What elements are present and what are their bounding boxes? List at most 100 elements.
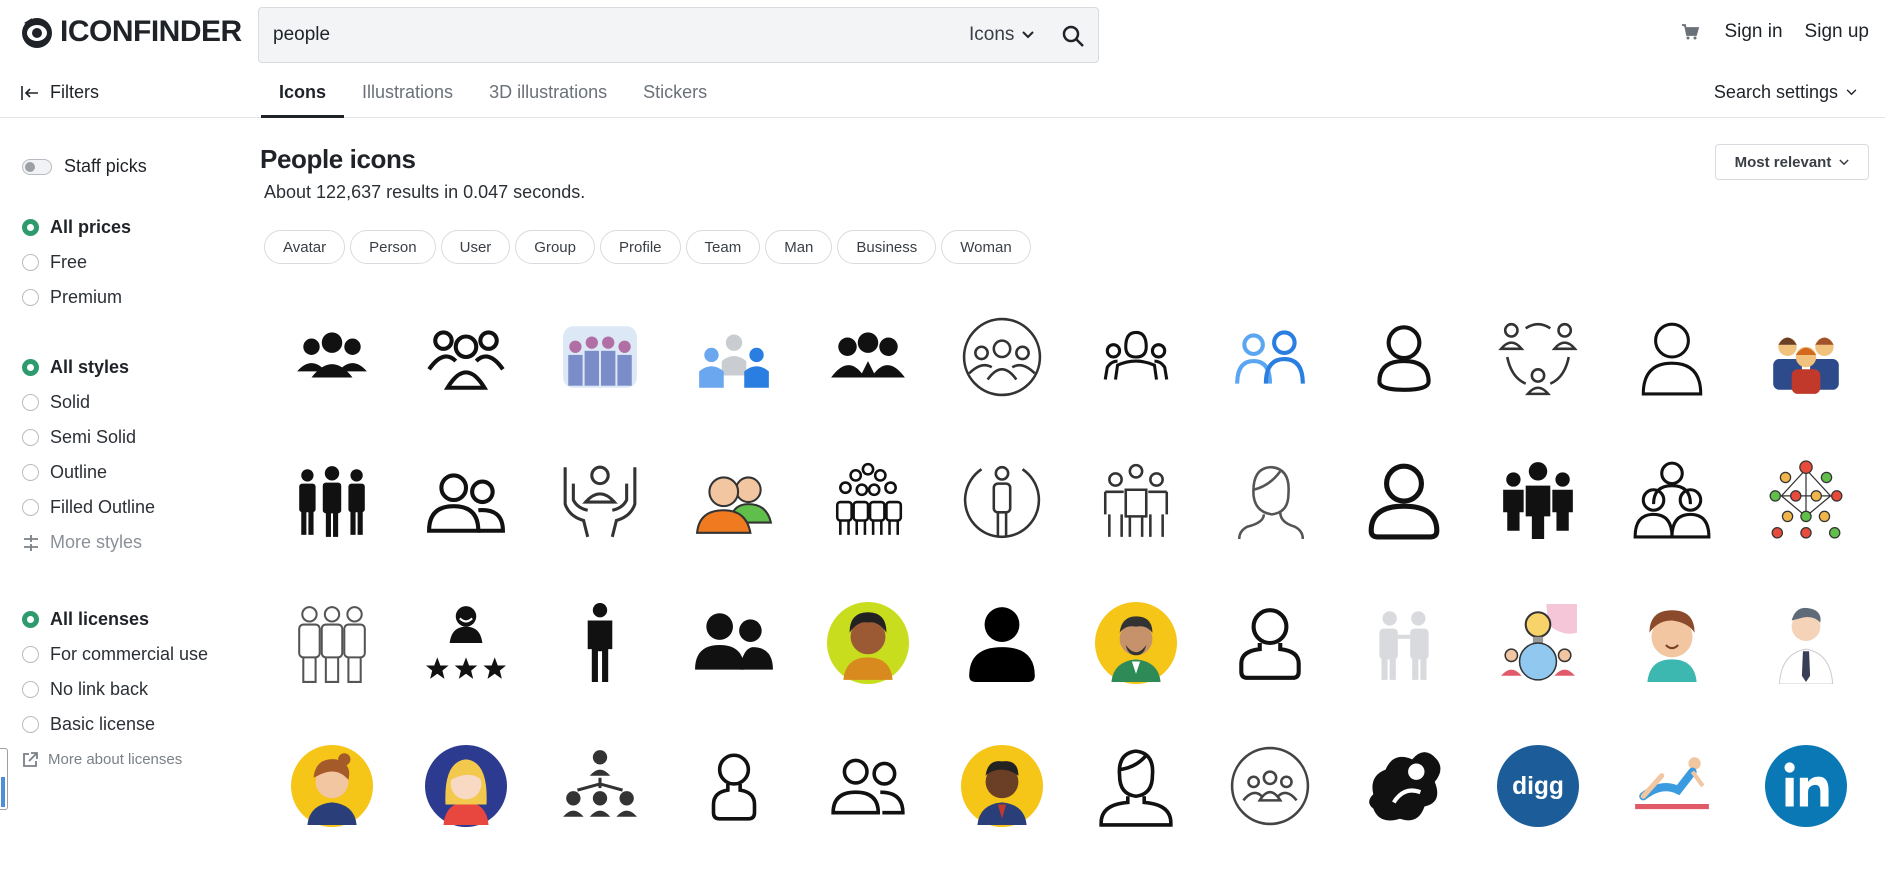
radio [22, 646, 39, 663]
tab-3d-illustrations[interactable]: 3D illustrations [471, 68, 625, 118]
users-blue-outline-icon [1235, 330, 1305, 384]
icon-result[interactable] [1069, 302, 1203, 445]
page-scrollbar[interactable] [0, 748, 8, 810]
sort-dropdown[interactable]: Most relevant [1715, 144, 1869, 180]
style-option-solid[interactable]: Solid [22, 385, 155, 420]
icon-result[interactable] [533, 302, 667, 445]
icon-result[interactable] [1739, 302, 1873, 445]
tag-chip[interactable]: Group [515, 230, 595, 264]
search-type-label: Icons [969, 24, 1015, 45]
tag-chip[interactable]: Woman [941, 230, 1031, 264]
icon-result[interactable] [667, 588, 801, 731]
splash-person-icon [1369, 752, 1441, 821]
price-filter: All prices Free Premium [22, 210, 131, 315]
filter-sidebar: Staff picks All prices Free Premium All … [0, 118, 250, 854]
icon-result[interactable] [1337, 731, 1471, 874]
staff-picks-row: Staff picks [22, 156, 147, 177]
chevron-down-icon [1839, 158, 1850, 165]
license-option-no-link-back[interactable]: No link back [22, 672, 208, 707]
price-option-all[interactable]: All prices [22, 210, 131, 245]
icon-result[interactable] [1605, 588, 1739, 731]
icon-result[interactable] [1203, 588, 1337, 731]
search-settings-dropdown[interactable]: Search settings [1714, 82, 1857, 103]
icon-result[interactable] [533, 588, 667, 731]
icon-result[interactable] [1739, 588, 1873, 731]
icon-result[interactable] [533, 731, 667, 874]
price-option-premium[interactable]: Premium [22, 280, 131, 315]
icon-result[interactable] [801, 302, 935, 445]
icon-result[interactable] [1739, 445, 1873, 588]
license-option-commercial[interactable]: For commercial use [22, 637, 208, 672]
tab-stickers[interactable]: Stickers [625, 68, 725, 118]
tag-chip[interactable]: User [440, 230, 511, 264]
icon-result[interactable] [1069, 588, 1203, 731]
icon-result[interactable] [801, 445, 935, 588]
style-option-outline[interactable]: Outline [22, 455, 155, 490]
filters-label: Filters [50, 82, 99, 102]
icon-result[interactable] [1203, 302, 1337, 445]
sign-up-link[interactable]: Sign up [1805, 21, 1869, 43]
icon-result[interactable] [1605, 302, 1739, 445]
sign-in-link[interactable]: Sign in [1724, 21, 1782, 43]
icon-result[interactable] [667, 302, 801, 445]
icon-result[interactable] [1337, 588, 1471, 731]
tag-chip[interactable]: Business [837, 230, 937, 264]
icon-result[interactable] [801, 731, 935, 874]
icon-result[interactable] [1471, 302, 1605, 445]
icon-result[interactable] [1069, 445, 1203, 588]
tag-chip[interactable]: Man [765, 230, 833, 264]
license-option-all[interactable]: All licenses [22, 602, 208, 637]
icon-result[interactable] [1069, 731, 1203, 874]
tab-icons[interactable]: Icons [261, 68, 345, 118]
icon-result[interactable] [667, 731, 801, 874]
style-option-semi-solid[interactable]: Semi Solid [22, 420, 155, 455]
icon-result[interactable] [935, 731, 1069, 874]
icon-result[interactable] [533, 445, 667, 588]
style-option-filled-outline[interactable]: Filled Outline [22, 490, 155, 525]
hands-person-outline-icon [563, 465, 637, 538]
license-option-basic[interactable]: Basic license [22, 707, 208, 742]
icon-result[interactable] [265, 588, 399, 731]
icon-result[interactable] [935, 588, 1069, 731]
icon-result[interactable] [1471, 588, 1605, 731]
icon-result[interactable] [1605, 731, 1739, 874]
woman-outline-icon [1237, 465, 1305, 540]
icon-result[interactable] [935, 445, 1069, 588]
icon-result[interactable] [1337, 302, 1471, 445]
search-button[interactable] [1056, 19, 1090, 53]
icon-results-grid: digg [265, 302, 1873, 874]
tag-chip[interactable]: Team [685, 230, 761, 264]
icon-result[interactable] [265, 731, 399, 874]
more-licenses-link[interactable]: More about licenses [22, 742, 208, 777]
search-input[interactable] [273, 18, 953, 52]
icon-result[interactable] [399, 302, 533, 445]
tag-chip[interactable]: Avatar [264, 230, 346, 264]
icon-result[interactable] [399, 588, 533, 731]
icon-result[interactable] [1203, 445, 1337, 588]
icon-result[interactable] [265, 445, 399, 588]
icon-result[interactable] [1739, 731, 1873, 874]
filters-toggle[interactable]: Filters [20, 82, 99, 103]
tag-chip[interactable]: Profile [600, 230, 681, 264]
icon-result[interactable] [667, 445, 801, 588]
icon-result[interactable] [399, 731, 533, 874]
icon-result[interactable] [1337, 445, 1471, 588]
icon-result[interactable] [399, 445, 533, 588]
staff-picks-toggle[interactable] [22, 158, 52, 175]
icon-result[interactable] [935, 302, 1069, 445]
icon-result[interactable] [1605, 445, 1739, 588]
icon-result[interactable]: digg [1471, 731, 1605, 874]
search-type-select[interactable]: Icons [969, 24, 1035, 46]
icon-result[interactable] [1471, 445, 1605, 588]
logo[interactable]: ICONFINDER [20, 15, 242, 49]
cart-button[interactable] [1678, 20, 1702, 44]
icon-result[interactable] [801, 588, 935, 731]
style-option-all[interactable]: All styles [22, 350, 155, 385]
team-line-icon [1103, 463, 1169, 537]
icon-result[interactable] [265, 302, 399, 445]
more-styles-link[interactable]: More styles [22, 525, 155, 560]
icon-result[interactable] [1203, 731, 1337, 874]
tag-chip[interactable]: Person [350, 230, 436, 264]
price-option-free[interactable]: Free [22, 245, 131, 280]
tab-illustrations[interactable]: Illustrations [344, 68, 471, 118]
